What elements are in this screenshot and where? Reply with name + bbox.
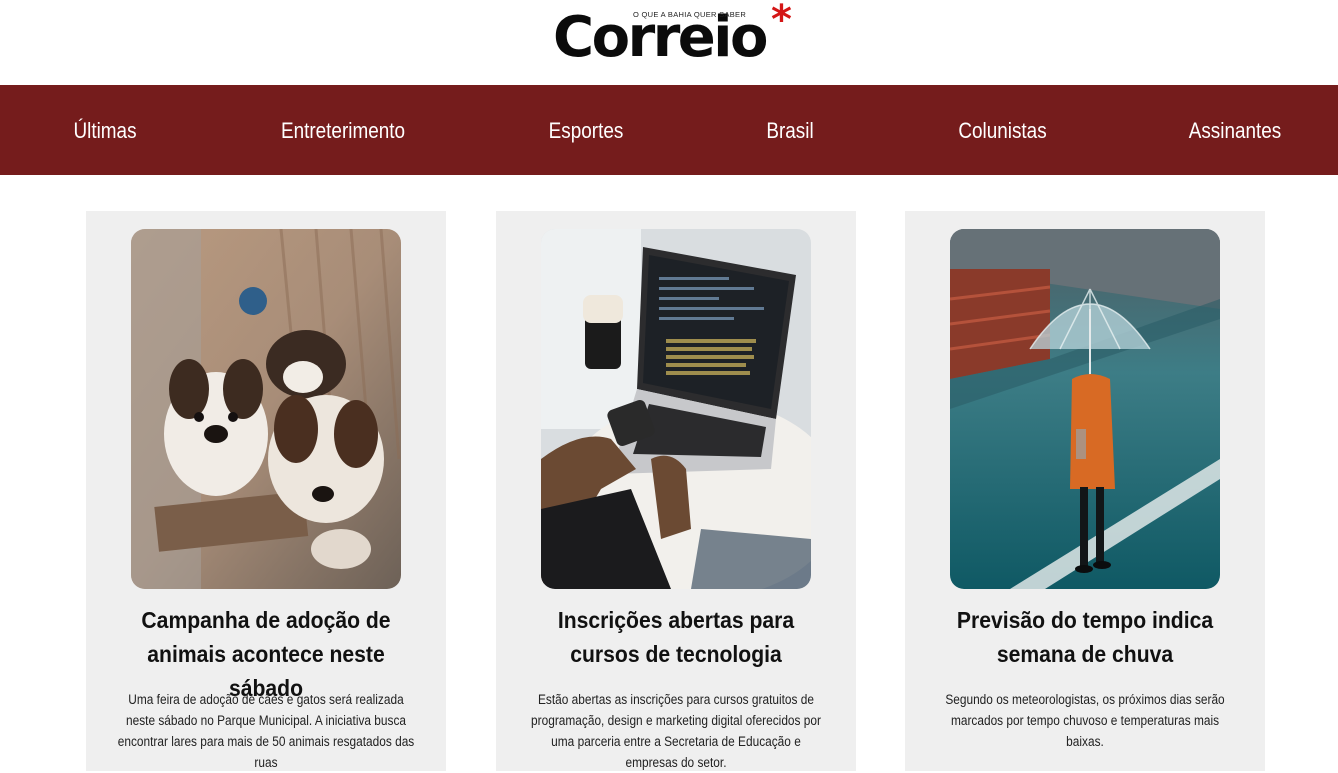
nav-item-assinantes[interactable]: Assinantes bbox=[1183, 85, 1286, 175]
card-description: Estão abertas as inscrições para cursos … bbox=[531, 692, 821, 770]
card-description: Segundo os meteorologistas, os próximos … bbox=[945, 692, 1225, 749]
main-nav: Últimas Entreterimento Esportes Brasil C… bbox=[0, 85, 1338, 175]
nav-item-entreterimento[interactable]: Entreterimento bbox=[274, 85, 412, 175]
puppies-photo[interactable] bbox=[131, 229, 401, 589]
rain-umbrella-photo[interactable] bbox=[950, 229, 1220, 589]
logo-star-icon: * bbox=[771, 0, 792, 43]
site-header: Correio O QUE A BAHIA QUER SABER * bbox=[0, 0, 1338, 85]
card-title[interactable]: Inscrições abertas para cursos de tecnol… bbox=[523, 603, 829, 671]
correio-logo[interactable]: Correio O QUE A BAHIA QUER SABER * bbox=[553, 0, 803, 68]
nav-item-ultimas[interactable]: Últimas bbox=[66, 85, 143, 175]
logo-tagline: O QUE A BAHIA QUER SABER bbox=[633, 10, 747, 19]
nav-item-esportes[interactable]: Esportes bbox=[543, 85, 629, 175]
card-title[interactable]: Previsão do tempo indica semana de chuva bbox=[932, 603, 1238, 671]
nav-item-colunistas[interactable]: Colunistas bbox=[953, 85, 1052, 175]
news-card[interactable]: Inscrições abertas para cursos de tecnol… bbox=[496, 211, 856, 771]
nav-item-brasil[interactable]: Brasil bbox=[760, 85, 820, 175]
card-description: Uma feira de adoção de cães e gatos será… bbox=[117, 692, 415, 770]
news-card[interactable]: Campanha de adoção de animais acontece n… bbox=[86, 211, 446, 771]
laptop-coding-photo[interactable] bbox=[541, 229, 811, 589]
news-card[interactable]: Previsão do tempo indica semana de chuva… bbox=[905, 211, 1265, 771]
